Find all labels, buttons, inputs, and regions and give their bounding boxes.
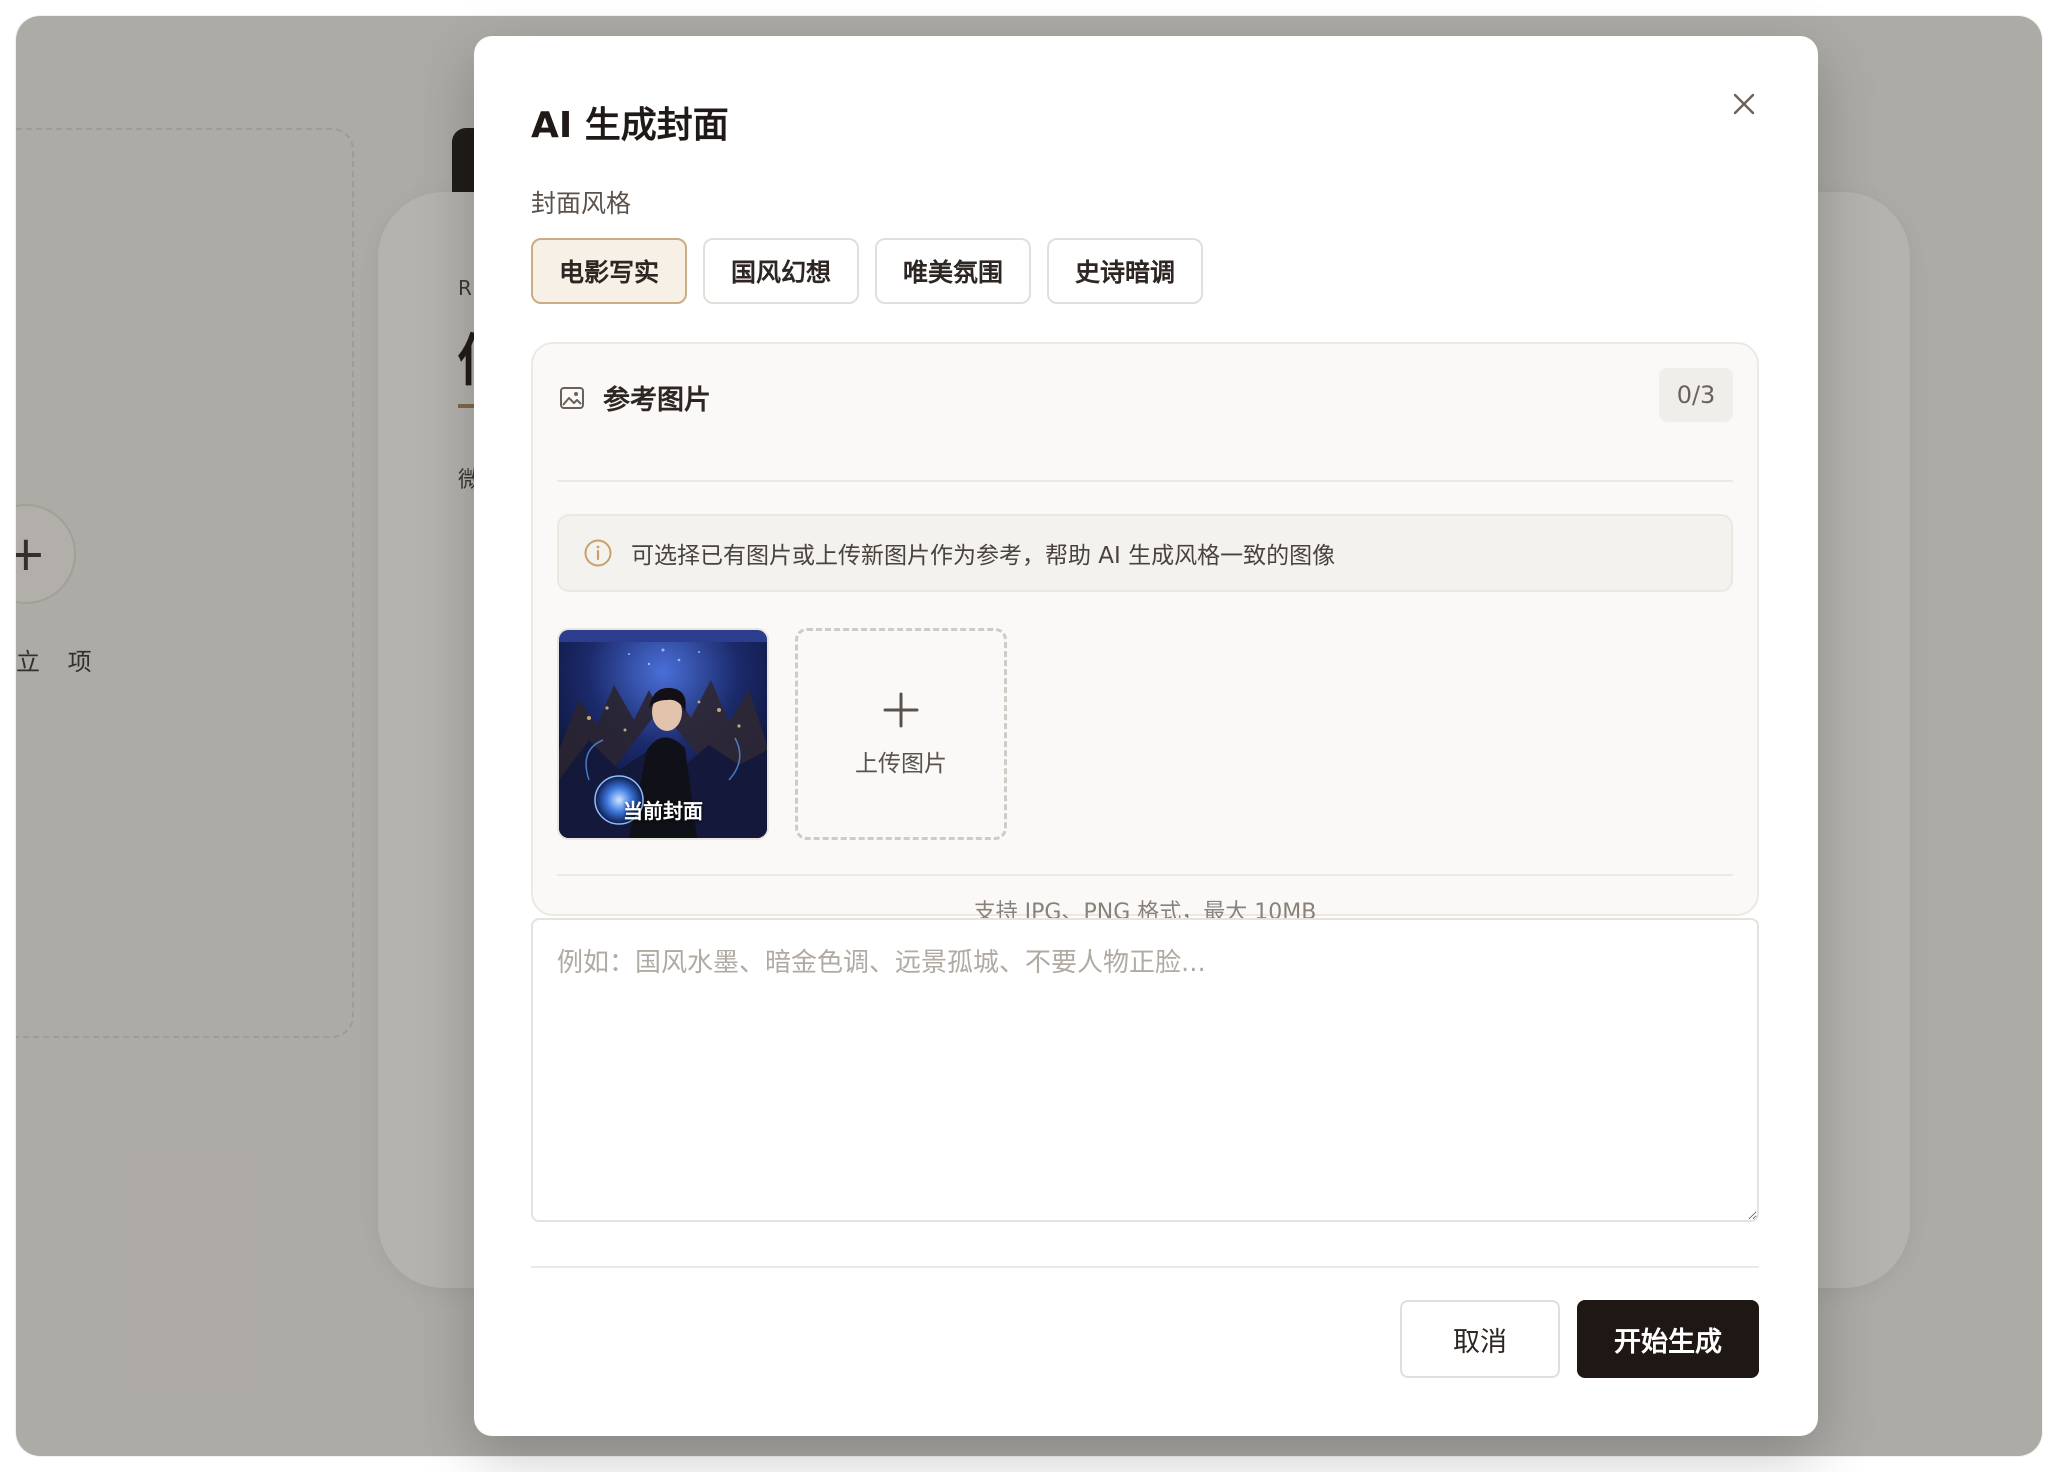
current-cover-thumbnail[interactable]: 当前封面 xyxy=(557,628,769,840)
style-option-guofeng-fantasy[interactable]: 国风幻想 xyxy=(703,238,859,304)
upload-image-button[interactable]: 上传图片 xyxy=(795,628,1007,840)
info-icon xyxy=(584,539,612,567)
plus-icon xyxy=(883,692,919,728)
reference-header: 参考图片 xyxy=(559,378,711,417)
close-icon xyxy=(1733,93,1755,115)
reference-thumbnails: 当前封面 上传图片 xyxy=(557,628,1007,840)
reference-images-panel: 参考图片 0/3 可选择已有图片或上传新图片作为参考，帮助 AI 生成风格一致的… xyxy=(531,342,1759,925)
ai-cover-dialog: AI 生成封面 封面风格 电影写实 国风幻想 唯美氛围 史诗暗调 参考图片 0/… xyxy=(474,36,1818,1436)
reference-hint-text: 可选择已有图片或上传新图片作为参考，帮助 AI 生成风格一致的图像 xyxy=(631,543,1336,569)
style-options: 电影写实 国风幻想 唯美氛围 史诗暗调 xyxy=(531,238,1203,304)
footer-divider xyxy=(531,1266,1759,1268)
reference-hint: 可选择已有图片或上传新图片作为参考，帮助 AI 生成风格一致的图像 xyxy=(557,514,1733,592)
prompt-textarea[interactable] xyxy=(531,918,1759,1222)
divider xyxy=(557,480,1733,482)
close-button[interactable] xyxy=(1720,80,1768,128)
start-generate-button[interactable]: 开始生成 xyxy=(1577,1300,1759,1378)
current-cover-caption: 当前封面 xyxy=(623,799,703,823)
dialog-title: AI 生成封面 xyxy=(531,105,729,146)
upload-image-label: 上传图片 xyxy=(855,751,947,777)
image-icon xyxy=(560,386,584,409)
style-section-label: 封面风格 xyxy=(531,189,632,218)
style-option-cinematic[interactable]: 电影写实 xyxy=(531,238,687,304)
style-option-aesthetic[interactable]: 唯美氛围 xyxy=(875,238,1031,304)
cancel-button[interactable]: 取消 xyxy=(1400,1300,1560,1378)
reference-count-badge: 0/3 xyxy=(1659,368,1733,422)
style-option-epic-dark[interactable]: 史诗暗调 xyxy=(1047,238,1203,304)
reference-title: 参考图片 xyxy=(603,385,711,416)
divider xyxy=(557,874,1733,876)
